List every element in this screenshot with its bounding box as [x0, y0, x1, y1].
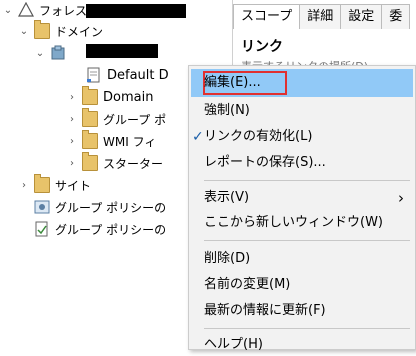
redaction-bar [86, 4, 186, 18]
menu-item-new-window[interactable]: ここから新しいウィンドウ(W) [204, 212, 383, 234]
menu-item-help[interactable]: ヘルプ(H) [204, 334, 263, 356]
starter-folder-icon [82, 152, 98, 171]
tree-item-label: WMI フィ [103, 134, 157, 149]
menu-item-rename[interactable]: 名前の変更(M) [204, 274, 290, 296]
ou-folder-icon [82, 86, 98, 105]
menu-item-enforce[interactable]: 強制(N) [204, 100, 250, 122]
menu-item-view[interactable]: 表示(V) › [204, 187, 404, 209]
tree-item-gp-results[interactable]: グループ ポリシーの [34, 219, 166, 239]
chevron-right-icon[interactable]: › [66, 113, 78, 125]
tree-item-domains[interactable]: ⌄ ドメイン [18, 20, 104, 41]
menu-item-refresh[interactable]: 最新の情報に更新(F) [204, 300, 326, 322]
tree-item-label: グループ ポリシーの [55, 222, 167, 237]
chevron-right-icon[interactable]: › [66, 157, 78, 169]
redaction-bar [86, 44, 158, 58]
domain-icon [50, 45, 66, 61]
menu-separator [204, 328, 410, 329]
tree-item-domain-controllers[interactable]: › Domain [66, 86, 154, 107]
tree-item-default-domain-policy[interactable]: Default D [70, 65, 169, 85]
tree-item-label: グループ ポリシーの [55, 200, 167, 215]
wmi-folder-icon [82, 130, 98, 149]
tree-item-label: ドメイン [55, 24, 104, 39]
tree-item-label: Domain [103, 89, 154, 105]
tab-delegation[interactable]: 委 [381, 4, 411, 29]
menu-item-label: リンクの有効化(L) [204, 129, 313, 144]
tree-item-label: Default D [107, 67, 169, 83]
submenu-arrow-icon: › [398, 189, 404, 207]
tree-item-label: サイト [55, 178, 92, 193]
tree-item-sites[interactable]: › サイト [18, 174, 92, 195]
tab-strip: スコープ 詳細 設定 委 [233, 4, 411, 29]
tab-scope[interactable]: スコープ [233, 4, 301, 29]
gpo-folder-icon [82, 108, 98, 127]
gpo-link-icon [86, 67, 102, 83]
tree-item-wmi-filters[interactable]: › WMI フィ [66, 130, 157, 151]
tree-item-domain[interactable]: ⌄ [34, 43, 71, 63]
chevron-down-icon[interactable]: ⌄ [18, 25, 30, 37]
domains-folder-icon [34, 20, 50, 39]
sites-folder-icon [34, 174, 50, 193]
tree-item-label: スターター [103, 156, 164, 171]
menu-item-save-report[interactable]: レポートの保存(S)... [204, 152, 326, 174]
tab-settings[interactable]: 設定 [340, 4, 383, 29]
menu-item-label: 表示(V) [204, 190, 250, 205]
chevron-down-icon[interactable]: ⌄ [2, 4, 14, 16]
chevron-right-icon[interactable]: › [66, 135, 78, 147]
tab-details[interactable]: 詳細 [299, 4, 342, 29]
tree-item-label: グループ ポ [103, 112, 167, 127]
menu-separator [204, 240, 410, 241]
menu-item-edit[interactable]: 編集(E)... [204, 72, 261, 94]
pane-title: リンク [241, 39, 283, 55]
menu-separator [204, 180, 410, 181]
tree-item-group-policy-objects[interactable]: › グループ ポ [66, 108, 167, 129]
checkmark-icon: ✓ [192, 129, 204, 145]
context-menu: 編集(E)... 強制(N) ✓ リンクの有効化(L) レポートの保存(S)..… [188, 65, 416, 352]
forest-icon [17, 1, 35, 18]
chevron-right-icon[interactable]: › [66, 91, 78, 103]
tree-item-gp-modeling[interactable]: グループ ポリシーの [34, 197, 166, 217]
menu-item-link-enabled[interactable]: ✓ リンクの有効化(L) [192, 126, 313, 148]
modeling-icon [34, 199, 50, 215]
chevron-down-icon[interactable]: ⌄ [34, 47, 46, 59]
menu-item-delete[interactable]: 削除(D) [204, 248, 250, 270]
chevron-right-icon[interactable]: › [18, 179, 30, 191]
tree-item-starter-gpos[interactable]: › スターター [66, 152, 164, 173]
results-icon [34, 221, 50, 237]
